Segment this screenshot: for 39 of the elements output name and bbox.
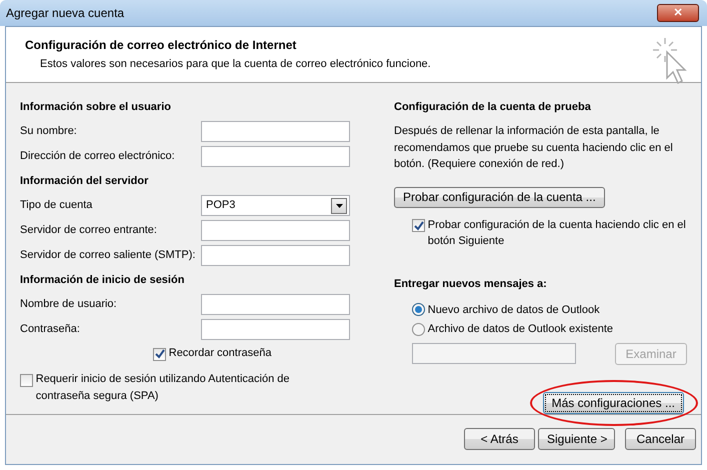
section-heading: Entregar nuevos mensajes a:	[394, 276, 548, 292]
field-label: Dirección de correo electrónico:	[20, 149, 175, 164]
input-field[interactable]	[201, 146, 350, 167]
radio-label: Archivo de datos de Outlook existente	[428, 322, 614, 337]
checkbox[interactable]	[20, 374, 33, 387]
field-label: Servidor de correo saliente (SMTP):	[20, 248, 196, 264]
radio-label: Nuevo archivo de datos de Outlook	[428, 302, 600, 318]
field-label: Servidor de correo entrante:	[20, 223, 157, 238]
footer-button[interactable]: < Atrás	[464, 428, 535, 450]
checkbox[interactable]	[153, 348, 166, 360]
header-title: Configuración de correo electrónico de Internet	[25, 37, 298, 54]
field-label: Contraseña:	[20, 322, 80, 338]
section-heading: Información del servidor	[20, 174, 150, 189]
radio-button[interactable]	[412, 322, 425, 336]
checkbox-label: Requerir inicio de sesión utilizando Autenticación de contraseña segura (SPA)	[36, 372, 291, 404]
header-subtitle: Estos valores son necesarios para que la cuenta de correo electrónico funcione.	[39, 57, 431, 72]
dropdown-value: POP3	[206, 198, 236, 214]
input-field[interactable]	[201, 121, 350, 142]
account-type-dropdown[interactable]: POP3	[201, 195, 350, 216]
checkbox-label: Probar configuración de la cuenta haciendo clic en el botón Siguiente	[428, 218, 687, 249]
field-label: Nombre de usuario:	[20, 297, 117, 312]
input-field[interactable]	[201, 294, 350, 315]
field-label: Su nombre:	[20, 124, 77, 140]
footer-button[interactable]: Siguiente >	[538, 428, 615, 450]
section-heading: Configuración de la cuenta de prueba	[394, 100, 592, 115]
input-field[interactable]	[201, 319, 350, 340]
section-heading: Información sobre el usuario	[20, 100, 172, 115]
field-label: Tipo de cuenta	[20, 198, 92, 214]
more-settings-button[interactable]: Más configuraciones ...	[542, 392, 684, 414]
footer-button[interactable]: Cancelar	[625, 428, 696, 450]
checkbox[interactable]	[412, 219, 425, 232]
section-heading: Información de inicio de sesión	[20, 273, 186, 288]
input-field[interactable]	[201, 245, 350, 266]
input-field[interactable]	[201, 220, 350, 241]
description-text: Después de rellenar la información de esta pantalla, le recomendamos que pruebe su cuenta haciendo clic en el botón. (Requiere conexión de red.)	[394, 124, 674, 172]
test-account-button[interactable]: Probar configuración de la cuenta ...	[394, 186, 605, 208]
radio-button[interactable]	[412, 303, 425, 316]
window-title: Agregar nueva cuenta	[6, 5, 124, 22]
checkbox-label: Recordar contraseña	[168, 346, 272, 361]
